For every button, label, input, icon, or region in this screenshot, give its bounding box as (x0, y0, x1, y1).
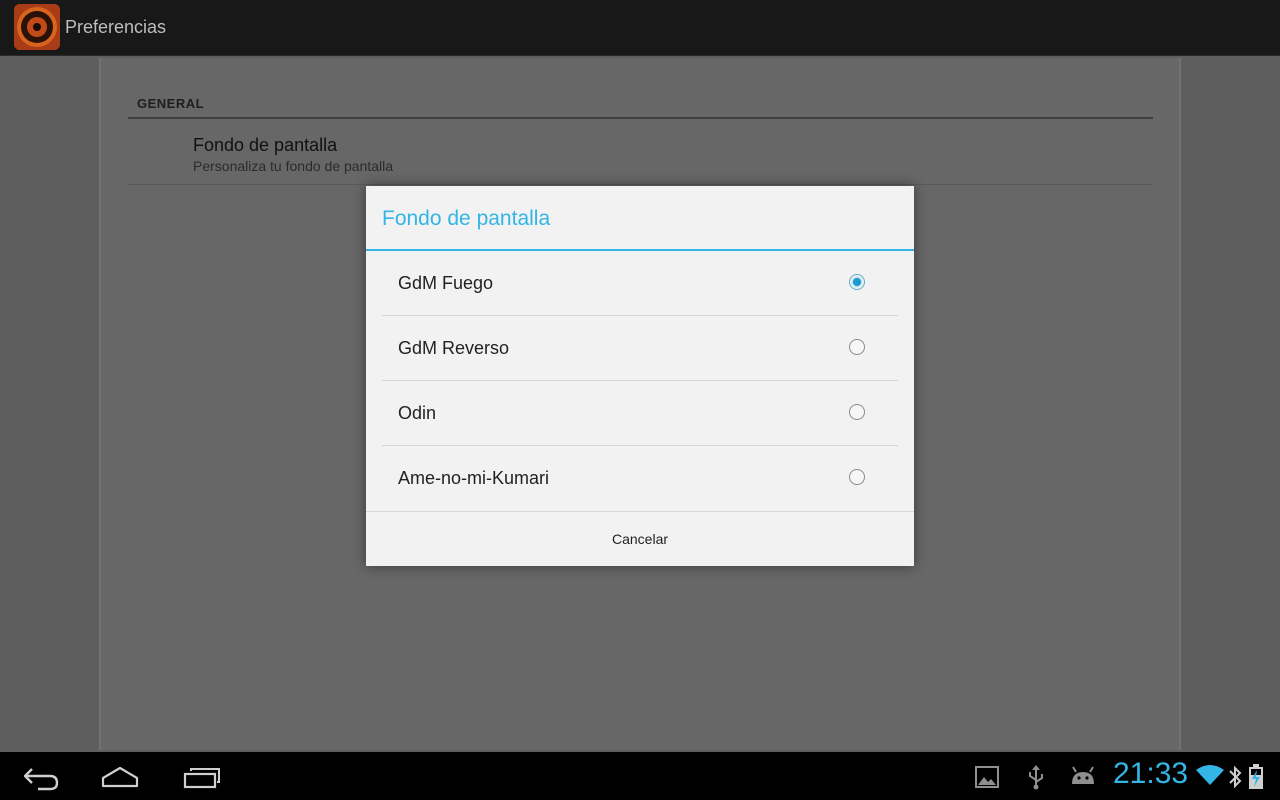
android-debug-icon[interactable] (1070, 766, 1096, 793)
wallpaper-dialog: Fondo de pantalla GdM Fuego GdM Reverso … (366, 186, 914, 566)
radio-button-selected[interactable] (849, 274, 865, 290)
system-bar (0, 752, 1280, 800)
back-icon[interactable] (20, 760, 64, 792)
option-label: Ame-no-mi-Kumari (398, 468, 550, 488)
radio-button[interactable] (849, 469, 865, 485)
app-title: Preferencias (65, 17, 167, 37)
recent-apps-icon[interactable] (182, 760, 222, 792)
preference-summary: Personaliza tu fondo de pantalla (193, 158, 394, 174)
usb-icon[interactable] (1026, 764, 1046, 795)
option-divider (382, 380, 898, 381)
bluetooth-icon (1228, 764, 1242, 795)
option-divider (382, 315, 898, 316)
battery-charging-icon (1248, 764, 1264, 795)
clock[interactable]: 21:33 (1113, 757, 1188, 791)
option-gdm-reverso[interactable]: GdM Reverso (382, 317, 898, 381)
action-bar: Preferencias (0, 0, 1280, 56)
radio-button[interactable] (849, 339, 865, 355)
dialog-title: Fondo de pantalla (382, 207, 551, 230)
wifi-icon (1196, 764, 1224, 791)
option-divider (382, 445, 898, 446)
option-ame-no-mi-kumari[interactable]: Ame-no-mi-Kumari (382, 447, 898, 511)
option-label: Odin (398, 403, 437, 423)
option-label: GdM Reverso (398, 338, 510, 358)
app-logo-icon[interactable] (14, 4, 60, 50)
section-divider (128, 117, 1153, 119)
option-label: GdM Fuego (398, 273, 494, 293)
cancel-button[interactable]: Cancelar (366, 512, 914, 566)
radio-dot (853, 278, 861, 286)
section-header-general: GENERAL (137, 96, 205, 111)
radio-button[interactable] (849, 404, 865, 420)
gallery-notification-icon[interactable] (975, 766, 999, 793)
home-icon[interactable] (100, 760, 140, 792)
preference-divider (128, 184, 1153, 185)
option-odin[interactable]: Odin (382, 382, 898, 446)
option-gdm-fuego[interactable]: GdM Fuego (382, 252, 898, 316)
dialog-title-divider (366, 249, 914, 251)
preference-wallpaper[interactable]: Fondo de pantalla Personaliza tu fondo d… (128, 120, 1153, 186)
preference-title: Fondo de pantalla (193, 135, 338, 155)
